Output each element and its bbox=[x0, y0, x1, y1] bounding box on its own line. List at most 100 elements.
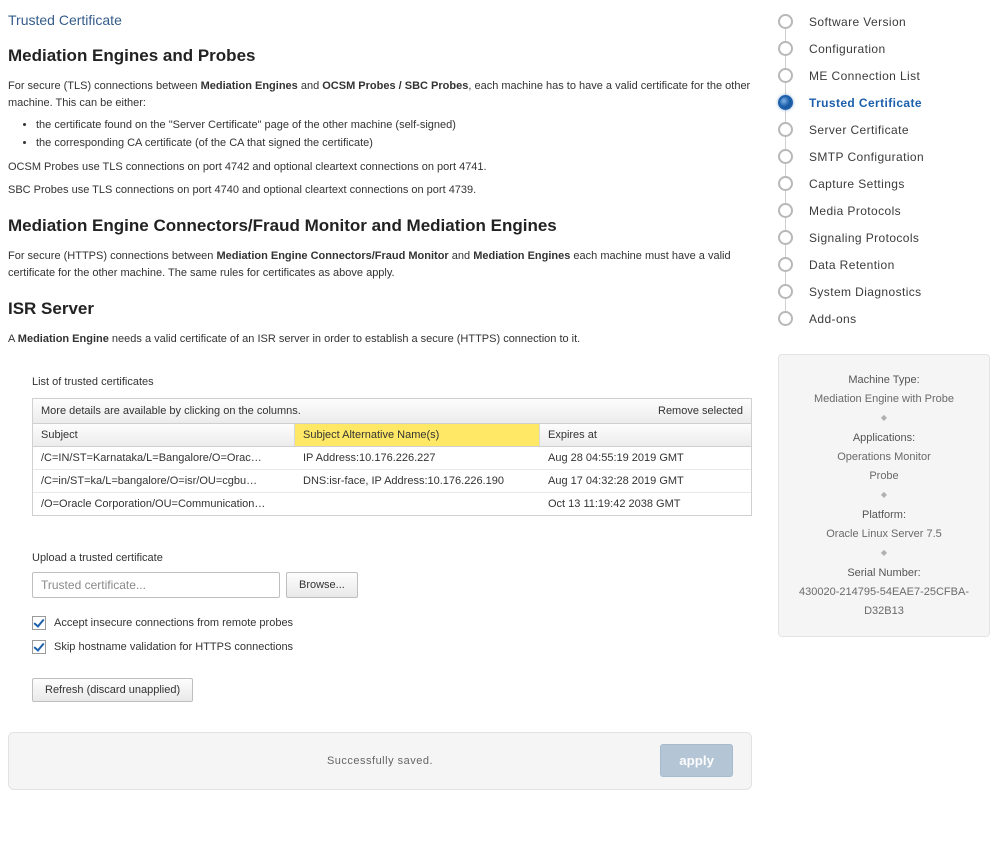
nav-item[interactable]: Software Version bbox=[778, 8, 990, 35]
nav-item[interactable]: Configuration bbox=[778, 35, 990, 62]
paragraph: A Mediation Engine needs a valid certifi… bbox=[8, 331, 752, 348]
section-heading-mec: Mediation Engine Connectors/Fraud Monito… bbox=[8, 216, 752, 236]
nav-item[interactable]: Trusted Certificate bbox=[778, 89, 990, 116]
nav-label: Data Retention bbox=[809, 258, 895, 272]
nav-item[interactable]: Media Protocols bbox=[778, 197, 990, 224]
apply-bar: Successfully saved. apply bbox=[8, 732, 752, 790]
info-label: Serial Number: bbox=[787, 564, 981, 583]
cell-subject: /C=IN/ST=Karnataka/L=Bangalore/O=Orac… bbox=[33, 447, 295, 469]
nav-label: ME Connection List bbox=[809, 69, 920, 83]
info-label: Platform: bbox=[787, 506, 981, 525]
nav-item[interactable]: Capture Settings bbox=[778, 170, 990, 197]
nav-label: Trusted Certificate bbox=[809, 96, 922, 110]
text-bold: Mediation Engines bbox=[201, 80, 298, 92]
info-value: 430020-214795-54EAE7-25CFBA-D32B13 bbox=[787, 583, 981, 620]
table-row[interactable]: /C=IN/ST=Karnataka/L=Bangalore/O=Orac…IP… bbox=[33, 447, 751, 470]
list-item: the corresponding CA certificate (of the… bbox=[36, 135, 752, 152]
browse-button[interactable]: Browse... bbox=[286, 572, 358, 598]
nav-bullet-icon bbox=[778, 41, 793, 56]
checkbox-label: Accept insecure connections from remote … bbox=[54, 617, 293, 629]
paragraph: OCSM Probes use TLS connections on port … bbox=[8, 159, 752, 176]
divider-icon: ◆ bbox=[787, 543, 981, 564]
checkbox-label: Skip hostname validation for HTTPS conne… bbox=[54, 641, 293, 653]
cell-subject: /O=Oracle Corporation/OU=Communication… bbox=[33, 493, 295, 515]
text: needs a valid certificate of an ISR serv… bbox=[109, 333, 580, 345]
nav-item[interactable]: ME Connection List bbox=[778, 62, 990, 89]
paragraph: For secure (TLS) connections between Med… bbox=[8, 78, 752, 111]
apply-button[interactable]: apply bbox=[660, 744, 733, 777]
nav-item[interactable]: Signaling Protocols bbox=[778, 224, 990, 251]
paragraph: For secure (HTTPS) connections between M… bbox=[8, 248, 752, 281]
nav-item[interactable]: Server Certificate bbox=[778, 116, 990, 143]
nav-bullet-icon bbox=[778, 311, 793, 326]
nav-item[interactable]: System Diagnostics bbox=[778, 278, 990, 305]
text: A bbox=[8, 333, 18, 345]
info-label: Machine Type: bbox=[787, 371, 981, 390]
upload-label: Upload a trusted certificate bbox=[32, 552, 752, 564]
text-bold: Mediation Engine bbox=[18, 333, 109, 345]
nav-item[interactable]: Add-ons bbox=[778, 305, 990, 332]
nav-bullet-icon bbox=[778, 284, 793, 299]
grid-header: Subject Subject Alternative Name(s) Expi… bbox=[33, 424, 751, 447]
nav-label: Configuration bbox=[809, 42, 886, 56]
nav-bullet-icon bbox=[778, 230, 793, 245]
nav-item[interactable]: Data Retention bbox=[778, 251, 990, 278]
col-subject[interactable]: Subject bbox=[33, 424, 295, 446]
nav-label: Software Version bbox=[809, 15, 906, 29]
text: and bbox=[298, 80, 322, 92]
nav-label: Signaling Protocols bbox=[809, 231, 919, 245]
nav-bullet-icon bbox=[778, 122, 793, 137]
table-row[interactable]: /O=Oracle Corporation/OU=Communication… O… bbox=[33, 493, 751, 515]
table-row[interactable]: /C=in/ST=ka/L=bangalore/O=isr/OU=cgbu…DN… bbox=[33, 470, 751, 493]
cell-expires: Oct 13 11:19:42 2038 GMT bbox=[540, 493, 751, 515]
cell-subject: /C=in/ST=ka/L=bangalore/O=isr/OU=cgbu… bbox=[33, 470, 295, 492]
nav-bullet-icon bbox=[778, 95, 793, 110]
list-item: the certificate found on the "Server Cer… bbox=[36, 117, 752, 134]
nav-bullet-icon bbox=[778, 68, 793, 83]
cert-grid: More details are available by clicking o… bbox=[32, 398, 752, 516]
checkbox-skip-hostname[interactable] bbox=[32, 640, 46, 654]
text-bold: Mediation Engines bbox=[473, 250, 570, 262]
col-expires[interactable]: Expires at bbox=[540, 424, 751, 446]
cell-san: DNS:isr-face, IP Address:10.176.226.190 bbox=[295, 470, 540, 492]
wizard-nav: Software Version Configuration ME Connecti… bbox=[778, 8, 990, 332]
section-heading-isr: ISR Server bbox=[8, 299, 752, 319]
info-value: Probe bbox=[787, 467, 981, 486]
machine-info-card: Machine Type: Mediation Engine with Prob… bbox=[778, 354, 990, 637]
bullet-list: the certificate found on the "Server Cer… bbox=[36, 117, 752, 151]
nav-label: System Diagnostics bbox=[809, 285, 922, 299]
remove-selected-button[interactable]: Remove selected bbox=[658, 405, 743, 417]
upload-file-input[interactable]: Trusted certificate... bbox=[32, 572, 280, 598]
refresh-button[interactable]: Refresh (discard unapplied) bbox=[32, 678, 193, 702]
nav-label: Capture Settings bbox=[809, 177, 905, 191]
nav-label: SMTP Configuration bbox=[809, 150, 924, 164]
cell-expires: Aug 17 04:32:28 2019 GMT bbox=[540, 470, 751, 492]
cert-panel-title: List of trusted certificates bbox=[32, 376, 752, 388]
checkbox-accept-insecure[interactable] bbox=[32, 616, 46, 630]
cell-san bbox=[295, 493, 540, 515]
info-value: Operations Monitor bbox=[787, 448, 981, 467]
col-san[interactable]: Subject Alternative Name(s) bbox=[295, 424, 540, 446]
nav-bullet-icon bbox=[778, 257, 793, 272]
apply-status: Successfully saved. bbox=[327, 755, 433, 767]
divider-icon: ◆ bbox=[787, 408, 981, 429]
cell-san: IP Address:10.176.226.227 bbox=[295, 447, 540, 469]
info-value: Mediation Engine with Probe bbox=[787, 390, 981, 409]
nav-label: Add-ons bbox=[809, 312, 857, 326]
text: and bbox=[449, 250, 473, 262]
text: For secure (TLS) connections between bbox=[8, 80, 201, 92]
text-bold: OCSM Probes / SBC Probes bbox=[322, 80, 468, 92]
nav-bullet-icon bbox=[778, 203, 793, 218]
info-label: Applications: bbox=[787, 429, 981, 448]
text: For secure (HTTPS) connections between bbox=[8, 250, 216, 262]
nav-bullet-icon bbox=[778, 14, 793, 29]
cell-expires: Aug 28 04:55:19 2019 GMT bbox=[540, 447, 751, 469]
nav-bullet-icon bbox=[778, 176, 793, 191]
nav-bullet-icon bbox=[778, 149, 793, 164]
nav-item[interactable]: SMTP Configuration bbox=[778, 143, 990, 170]
page-title: Trusted Certificate bbox=[8, 12, 752, 28]
grid-hint: More details are available by clicking o… bbox=[41, 405, 301, 417]
nav-label: Media Protocols bbox=[809, 204, 901, 218]
paragraph: SBC Probes use TLS connections on port 4… bbox=[8, 182, 752, 199]
info-value: Oracle Linux Server 7.5 bbox=[787, 525, 981, 544]
